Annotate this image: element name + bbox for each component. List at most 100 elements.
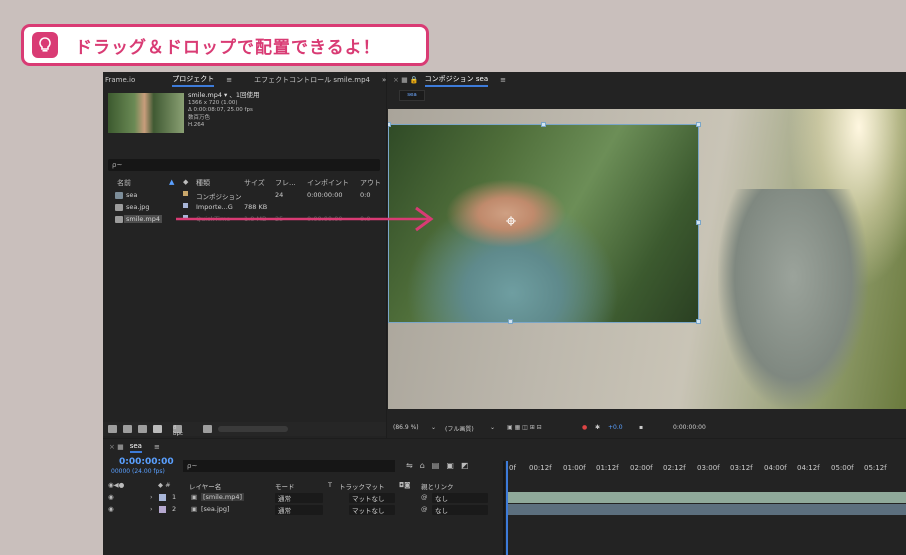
ruler-tick: 01:00f: [563, 464, 586, 472]
col-t[interactable]: T: [328, 481, 332, 489]
flowchart-icon[interactable]: [153, 425, 162, 433]
current-time-display[interactable]: 0:00:00:00: [673, 424, 706, 431]
transform-handle[interactable]: [541, 122, 546, 127]
col-layer-name[interactable]: レイヤー名: [189, 481, 221, 491]
col-track-matte[interactable]: トラックマット: [339, 481, 385, 491]
track-matte-select[interactable]: マットなし: [349, 493, 395, 503]
timeline-layer-row[interactable]: ◉ › 1 ▣ [smile.mp4] 通常 マットなし @ なし: [103, 492, 503, 503]
col-out[interactable]: アウト: [360, 178, 381, 188]
item-in: 0:00:00:00: [307, 191, 343, 199]
time-ruler[interactable]: 0f 00:12f 01:00f 01:12f 02:00f 02:12f 03…: [505, 461, 906, 479]
tip-banner: ドラッグ＆ドロップで配置できるよ！: [21, 24, 429, 66]
layer-bar-smile[interactable]: [508, 492, 906, 503]
snapshot-icon[interactable]: ✱: [595, 424, 600, 431]
tab-composition[interactable]: コンポジション sea: [424, 74, 489, 87]
transform-handle[interactable]: [388, 122, 391, 127]
banner-text: ドラッグ＆ドロップで配置できるよ！: [75, 37, 381, 58]
ruler-tick: 05:00f: [831, 464, 854, 472]
composition-icon: [115, 192, 123, 199]
chevron-down-icon[interactable]: ⌄: [431, 424, 436, 431]
tab-project[interactable]: プロジェクト: [172, 74, 215, 87]
transform-handle[interactable]: [696, 122, 701, 127]
asset-info-name: smile.mp4 ▾ 、1回使用: [188, 91, 260, 99]
label-swatch: [183, 191, 188, 196]
image-file-icon: ▣: [191, 505, 198, 513]
resolution-select[interactable]: (フル画質): [445, 424, 474, 433]
tab-effect-controls[interactable]: エフェクトコントロール smile.mp4: [254, 75, 370, 85]
label-col-icon[interactable]: ◆: [183, 178, 188, 186]
anchor-point-icon[interactable]: [506, 216, 516, 226]
parent-select[interactable]: なし: [432, 505, 488, 515]
col-name[interactable]: 名前: [117, 178, 131, 188]
track-matte-select[interactable]: マットなし: [349, 505, 395, 515]
timeline-switch-icons[interactable]: ⇋⌂▤▣◩: [406, 461, 475, 470]
list-item[interactable]: sea コンポジション 24 0:00:00:00 0:0: [103, 190, 386, 201]
color-channel-icon[interactable]: ●: [582, 424, 587, 431]
video-file-icon: [115, 216, 123, 223]
interpret-footage-icon[interactable]: [108, 425, 117, 433]
visibility-icon[interactable]: ◉: [108, 493, 114, 501]
layer-name[interactable]: [sea.jpg]: [201, 505, 230, 513]
parent-select[interactable]: なし: [432, 493, 488, 503]
label-swatch[interactable]: [159, 494, 166, 501]
new-composition-icon[interactable]: [138, 425, 147, 433]
chevron-down-icon[interactable]: ⌄: [490, 424, 495, 431]
thumbnail-slider[interactable]: [218, 426, 288, 432]
exposure-value[interactable]: +0.0: [608, 424, 623, 431]
camera-icon[interactable]: ▪: [639, 424, 643, 431]
item-name[interactable]: smile.mp4: [124, 215, 162, 223]
overflow-icon[interactable]: »: [382, 76, 386, 84]
close-icon[interactable]: × ■ 🔒: [393, 76, 419, 84]
transform-handle[interactable]: [508, 319, 513, 324]
col-size[interactable]: サイズ: [244, 178, 265, 188]
transform-handle[interactable]: [696, 319, 701, 324]
panel-menu-icon[interactable]: ≡: [154, 443, 160, 451]
layer-bar-sea[interactable]: [508, 504, 906, 515]
asset-info-duration: Δ 0:00:08:07, 25.00 fps: [188, 107, 253, 113]
trash-icon[interactable]: [203, 425, 212, 433]
bit-depth-label[interactable]: 8 bpc: [173, 425, 183, 437]
tab-frameio[interactable]: Frame.io: [105, 76, 135, 84]
blend-mode-select[interactable]: 通常: [275, 505, 323, 515]
label-swatch[interactable]: [159, 506, 166, 513]
tab-timeline[interactable]: sea: [129, 442, 142, 453]
current-time[interactable]: 0:00:00:00: [119, 457, 174, 467]
lightbulb-icon: [32, 32, 58, 58]
layer-number: 2: [172, 505, 177, 513]
zoom-select[interactable]: (86.9 %): [393, 424, 419, 431]
ruler-tick: 03:00f: [697, 464, 720, 472]
sort-arrow-icon[interactable]: ▲: [169, 178, 174, 186]
composition-panel: × ■ 🔒 コンポジション sea ≡ sea (86.9 %) ⌄ (フル画質…: [387, 72, 906, 438]
blend-mode-select[interactable]: 通常: [275, 493, 323, 503]
expand-arrow-icon[interactable]: ›: [150, 505, 153, 513]
new-folder-icon[interactable]: [123, 425, 132, 433]
col-type[interactable]: 種類: [196, 178, 210, 188]
panel-menu-icon[interactable]: ≡: [226, 76, 232, 84]
transform-handle[interactable]: [696, 220, 701, 225]
col-inpoint[interactable]: インポイント: [307, 178, 349, 188]
pickwhip-icon[interactable]: @: [421, 505, 428, 513]
close-icon[interactable]: × ■: [109, 443, 124, 451]
playhead[interactable]: [506, 461, 508, 555]
col-frames[interactable]: フレ...: [275, 178, 296, 188]
layer-name[interactable]: [smile.mp4]: [201, 493, 245, 501]
project-column-headers: 名前 ▲ ◆ 種類 サイズ フレ... インポイント アウト: [103, 177, 386, 189]
timeline-search-input[interactable]: ρ~: [183, 460, 395, 472]
composition-viewer[interactable]: [388, 109, 906, 409]
timeline-layer-row[interactable]: ◉ › 2 ▣ [sea.jpg] 通常 マットなし @ なし: [103, 504, 503, 515]
item-frames: 24: [275, 191, 284, 199]
pickwhip-icon[interactable]: @: [421, 493, 428, 501]
asset-info-color: 数百万色: [188, 114, 211, 121]
col-mode[interactable]: モード: [275, 481, 295, 491]
item-name: sea: [126, 191, 138, 199]
col-parent[interactable]: 親とリンク: [421, 481, 454, 491]
project-search-input[interactable]: ρ~: [108, 159, 380, 171]
frame-rate: 00000 (24.00 fps): [111, 468, 165, 475]
panel-menu-icon[interactable]: ≡: [500, 76, 506, 84]
ruler-tick: 0f: [509, 464, 516, 472]
comp-chip[interactable]: sea: [399, 90, 425, 101]
expand-arrow-icon[interactable]: ›: [150, 493, 153, 501]
view-options-icons[interactable]: ▣ ▦ ◫ ⊞ ⊟: [507, 424, 542, 431]
app-window: Frame.io プロジェクト ≡ エフェクトコントロール smile.mp4 …: [103, 72, 906, 555]
visibility-icon[interactable]: ◉: [108, 505, 114, 513]
